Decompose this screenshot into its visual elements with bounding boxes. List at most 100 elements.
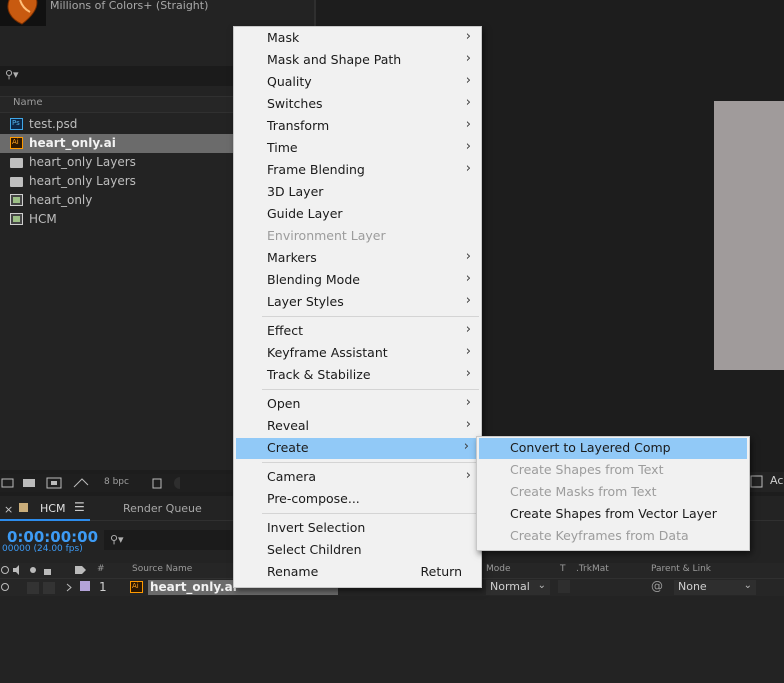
chevron-right-icon: › <box>463 439 469 454</box>
blending-mode-select[interactable]: Normal ⌄ <box>486 580 550 595</box>
menu-item-environment-layer: Environment Layer <box>234 226 481 247</box>
solo-icon <box>30 567 36 573</box>
menu-item-label: Camera <box>267 469 317 484</box>
menu-item-camera[interactable]: Camera › <box>234 467 481 488</box>
menu-item-label: Reveal <box>267 418 310 433</box>
panel-menu-icon[interactable]: ☰ <box>74 500 85 514</box>
menu-item-label: Create Keyframes from Data <box>510 528 689 543</box>
menu-separator <box>262 513 479 514</box>
viewer-toolbar-label[interactable]: Ac <box>770 474 783 487</box>
chevron-right-icon: › <box>465 73 471 88</box>
menu-item-shortcut: Return <box>420 564 462 579</box>
menu-item-label: Mask and Shape Path <box>267 52 402 67</box>
tab-hcm[interactable]: HCM <box>40 502 65 515</box>
menu-item-invert-selection[interactable]: Invert Selection <box>234 518 481 539</box>
menu-item-label: 3D Layer <box>267 184 324 199</box>
layer-number: 1 <box>99 580 107 594</box>
menu-item-label: Mask <box>267 30 300 45</box>
menu-item-open[interactable]: Open › <box>234 394 481 415</box>
menu-item-pre-compose[interactable]: Pre-compose... <box>234 489 481 510</box>
menu-item-label: Convert to Layered Comp <box>510 440 671 455</box>
composition-viewer-canvas[interactable] <box>714 101 784 370</box>
search-icon[interactable]: ⚲▾ <box>110 533 124 546</box>
chevron-down-icon: ⌄ <box>537 580 546 591</box>
menu-item-create-shapes-from-vector-layer[interactable]: Create Shapes from Vector Layer <box>477 504 749 525</box>
interpret-footage-icon <box>1 478 14 488</box>
project-item-label: heart_only Layers <box>29 155 136 169</box>
menu-item-blending-mode[interactable]: Blending Mode › <box>234 270 481 291</box>
close-tab-icon[interactable]: × <box>4 503 13 516</box>
chevron-right-icon: › <box>465 322 471 337</box>
menu-item-label: Markers <box>267 250 317 265</box>
label-tag-icon <box>75 566 86 574</box>
composition-icon <box>10 213 23 225</box>
menu-item-track-stabilize[interactable]: Track & Stabilize › <box>234 365 481 386</box>
menu-item-label: Pre-compose... <box>267 491 360 506</box>
folder-icon <box>10 158 23 168</box>
menu-item-label: Effect <box>267 323 303 338</box>
chevron-right-icon: › <box>465 51 471 66</box>
search-icon[interactable]: ⚲▾ <box>5 68 19 81</box>
chevron-right-icon: › <box>465 344 471 359</box>
source-name-header[interactable]: Source Name <box>132 564 192 574</box>
menu-item-mask[interactable]: Mask › <box>234 28 481 49</box>
footage-info: Millions of Colors+ (Straight) <box>50 0 209 12</box>
region-of-interest-icon[interactable] <box>750 475 764 489</box>
name-column-header[interactable]: Name <box>13 97 43 108</box>
menu-item-label: Frame Blending <box>267 162 365 177</box>
expand-layer-chevron-icon <box>66 583 72 592</box>
blending-mode-value: Normal <box>490 580 530 593</box>
menu-item-convert-to-layered-comp[interactable]: Convert to Layered Comp <box>479 438 747 459</box>
parent-link-header: Parent & Link <box>651 564 711 574</box>
layer-solo-switch <box>27 582 39 594</box>
menu-separator <box>262 316 479 317</box>
layer-label-swatch[interactable] <box>80 581 90 591</box>
menu-item-label: Track & Stabilize <box>267 367 371 382</box>
menu-item-quality[interactable]: Quality › <box>234 72 481 93</box>
menu-item-switches[interactable]: Switches › <box>234 94 481 115</box>
menu-separator <box>262 389 479 390</box>
menu-item-transform[interactable]: Transform › <box>234 116 481 137</box>
menu-item-create[interactable]: Create › <box>236 438 479 459</box>
chevron-right-icon: › <box>465 271 471 286</box>
preserve-transparency-header: T <box>560 564 566 574</box>
menu-item-label: Environment Layer <box>267 228 386 243</box>
menu-item-mask-and-shape-path[interactable]: Mask and Shape Path › <box>234 50 481 71</box>
lock-icon <box>44 569 51 575</box>
project-footer-icons <box>1 477 206 489</box>
video-eye-icon <box>1 566 9 574</box>
bit-depth-button[interactable]: 8 bpc <box>104 477 129 487</box>
menu-item-keyframe-assistant[interactable]: Keyframe Assistant › <box>234 343 481 364</box>
project-item-label: test.psd <box>29 117 78 131</box>
project-item-label: heart_only Layers <box>29 174 136 188</box>
menu-item-reveal[interactable]: Reveal › <box>234 416 481 437</box>
chevron-right-icon: › <box>465 95 471 110</box>
menu-item-frame-blending[interactable]: Frame Blending › <box>234 160 481 181</box>
av-switch-header-icons <box>1 565 86 575</box>
chevron-right-icon: › <box>465 249 471 264</box>
layer-switch-icons <box>1 582 72 594</box>
menu-item-rename[interactable]: Rename Return <box>234 562 481 583</box>
comp-label-swatch <box>19 503 28 512</box>
chevron-right-icon: › <box>465 468 471 483</box>
menu-item-label: Quality <box>267 74 312 89</box>
menu-item-3d-layer[interactable]: 3D Layer <box>234 182 481 203</box>
menu-item-time[interactable]: Time › <box>234 138 481 159</box>
menu-item-effect[interactable]: Effect › <box>234 321 481 342</box>
psd-file-icon: Ps <box>10 118 23 130</box>
track-matte-header: .TrkMat <box>576 564 609 574</box>
tab-render-queue[interactable]: Render Queue <box>123 502 202 515</box>
audio-icon <box>13 565 19 575</box>
menu-item-label: Time <box>267 140 298 155</box>
menu-item-select-children[interactable]: Select Children <box>234 540 481 561</box>
menu-item-markers[interactable]: Markers › <box>234 248 481 269</box>
menu-item-layer-styles[interactable]: Layer Styles › <box>234 292 481 313</box>
menu-item-guide-layer[interactable]: Guide Layer <box>234 204 481 225</box>
menu-item-label: Keyframe Assistant <box>267 345 388 360</box>
chevron-down-icon: ⌄ <box>743 580 752 591</box>
layer-lock-switch <box>43 582 55 594</box>
parent-select[interactable]: None ⌄ <box>674 580 756 595</box>
ai-file-icon: Ai <box>130 581 143 593</box>
parent-pickwhip-icon[interactable]: @ <box>651 579 663 593</box>
track-matte-select[interactable] <box>558 580 570 593</box>
